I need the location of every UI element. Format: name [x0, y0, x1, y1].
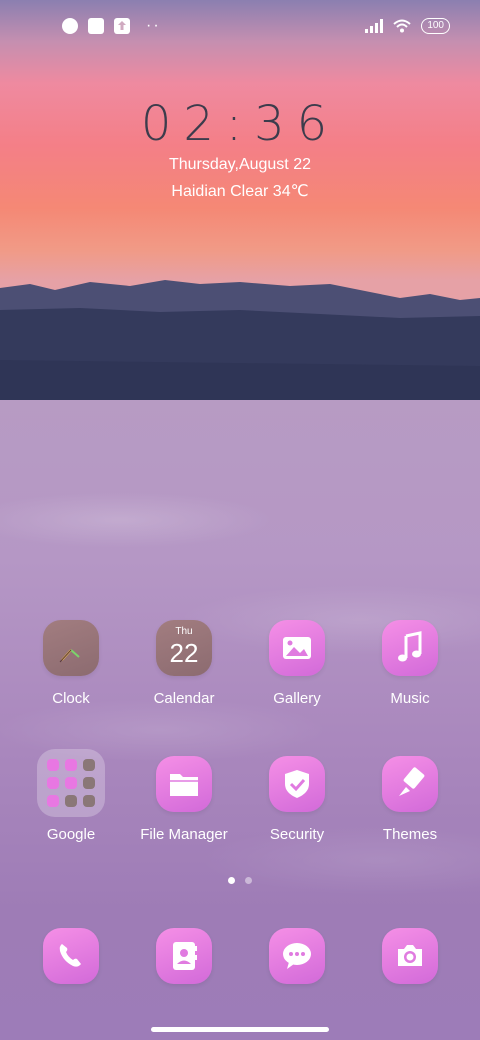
battery-icon: 100	[421, 18, 450, 34]
folder-icon	[156, 756, 212, 812]
page-dot-2[interactable]	[245, 877, 252, 884]
app-security[interactable]: Security	[247, 756, 347, 843]
mountain-silhouette	[0, 280, 480, 420]
more-notifications-icon: ··	[146, 17, 161, 34]
dock-messages[interactable]	[247, 928, 347, 984]
clock-date[interactable]: Thursday,August 22	[0, 156, 480, 174]
system-icons: 100	[365, 18, 450, 34]
dock-camera[interactable]	[360, 928, 460, 984]
app-notification-icon	[62, 18, 78, 34]
app-label: Music	[390, 690, 430, 707]
square-notification-icon	[88, 18, 104, 34]
weather-info[interactable]: Haidian Clear 34℃	[0, 181, 480, 201]
shield-icon	[269, 756, 325, 812]
app-calendar[interactable]: Thu 22 Calendar	[134, 620, 234, 707]
app-gallery[interactable]: Gallery	[247, 620, 347, 707]
music-icon	[382, 620, 438, 676]
app-label: Calendar	[153, 690, 215, 707]
brush-icon	[382, 756, 438, 812]
app-file-manager[interactable]: File Manager	[134, 756, 234, 843]
contacts-icon	[156, 928, 212, 984]
page-dot-1[interactable]	[228, 877, 235, 884]
status-bar: ·· 100	[0, 0, 480, 56]
app-music[interactable]: Music	[360, 620, 460, 707]
app-label: Clock	[52, 690, 90, 707]
notification-icons: ··	[62, 18, 161, 34]
app-themes[interactable]: Themes	[360, 756, 460, 843]
gallery-icon	[269, 620, 325, 676]
calendar-icon: Thu 22	[156, 620, 212, 676]
dock-contacts[interactable]	[134, 928, 234, 984]
camera-icon	[382, 928, 438, 984]
app-google-folder[interactable]: Google	[21, 749, 121, 843]
app-clock[interactable]: Clock	[21, 620, 121, 707]
signal-icon	[365, 19, 384, 33]
messages-icon	[269, 928, 325, 984]
home-indicator-bar[interactable]	[151, 1027, 329, 1032]
app-label: Gallery	[273, 690, 321, 707]
calendar-day: 22	[169, 638, 199, 668]
app-label: Security	[269, 826, 325, 843]
clock-time[interactable]: 02:36	[0, 96, 480, 152]
calendar-weekday: Thu	[175, 626, 193, 637]
wifi-icon	[393, 19, 411, 33]
google-folder-icon	[37, 749, 105, 817]
clock-icon	[43, 620, 99, 676]
page-indicator[interactable]	[0, 877, 480, 884]
dock-phone[interactable]	[21, 928, 121, 984]
phone-icon	[43, 928, 99, 984]
app-label: Themes	[382, 826, 438, 843]
app-label: File Manager	[140, 826, 228, 843]
app-label: Google	[46, 826, 96, 843]
upload-icon	[114, 18, 130, 34]
